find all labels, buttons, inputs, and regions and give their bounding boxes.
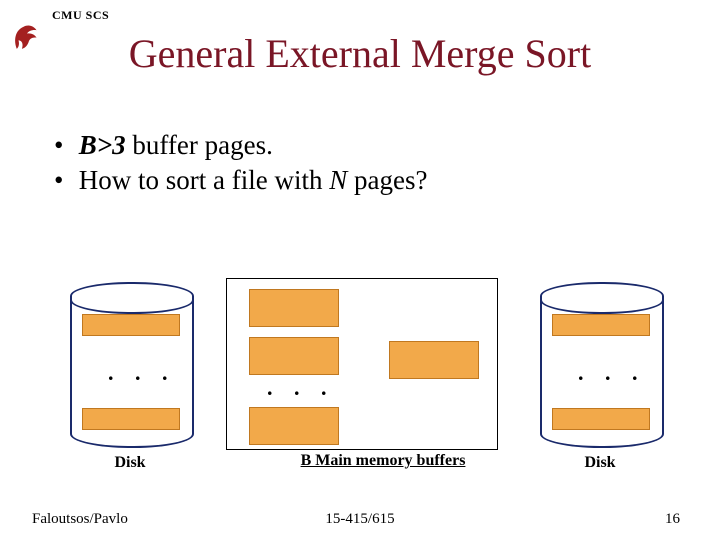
slide-title: General External Merge Sort: [0, 30, 720, 77]
bullet-list: • B>3 buffer pages. • How to sort a file…: [54, 130, 427, 200]
bullet-1: • B>3 buffer pages.: [54, 130, 427, 161]
disk-page: [552, 408, 650, 430]
ellipsis-icon: . . .: [267, 375, 335, 401]
right-disk-cylinder-icon: [540, 282, 660, 432]
bullet-2-var: N: [329, 165, 347, 195]
org-label: CMU SCS: [52, 8, 109, 23]
ellipsis-icon: . . .: [578, 360, 646, 386]
bullet-2: • How to sort a file with N pages?: [54, 165, 427, 196]
memory-buffer: [249, 337, 339, 375]
disk-page: [82, 408, 180, 430]
ellipsis-icon: . . .: [108, 360, 176, 386]
footer-page-number: 16: [665, 511, 680, 528]
memory-box: . . .: [226, 278, 498, 450]
footer-course: 15-415/615: [0, 511, 720, 528]
memory-label: B Main memory buffers: [268, 452, 498, 470]
bullet-2-post: pages?: [347, 165, 427, 195]
disk-page: [552, 314, 650, 336]
left-disk-cylinder-icon: [70, 282, 190, 432]
bullet-1-rest: buffer pages.: [126, 130, 273, 160]
memory-buffer: [389, 341, 479, 379]
memory-buffer: [249, 407, 339, 445]
diagram-area: . . . Disk . . . B Main memory buffers .…: [0, 270, 720, 470]
disk-page: [82, 314, 180, 336]
bullet-2-pre: How to sort a file with: [79, 165, 329, 195]
memory-buffer: [249, 289, 339, 327]
slide: CMU SCS General External Merge Sort • B>…: [0, 0, 720, 540]
left-disk-label: Disk: [70, 454, 190, 472]
bullet-1-emph: B>3: [79, 130, 126, 160]
right-disk-label: Disk: [540, 454, 660, 472]
